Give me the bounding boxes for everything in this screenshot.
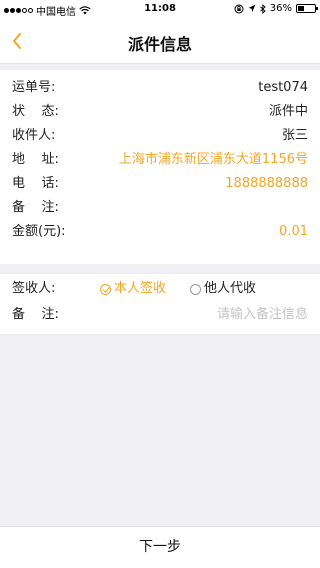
status-label: 状 态: [12, 104, 59, 119]
address-value[interactable]: 上海市浦东新区浦东大道1156号 [119, 148, 308, 172]
amount-label: 金额(元): [12, 224, 66, 239]
radio-self-sign[interactable]: 本人签收 [100, 277, 166, 301]
row-remark: 备 注: 请输入备注信息 [12, 303, 308, 327]
row-amount: 金额(元): 0.01 [12, 220, 308, 244]
address-label: 地 址: [12, 152, 59, 167]
lock-rotation-icon [234, 4, 244, 13]
row-signer: 签收人: 本人签收 他人代收 [12, 277, 308, 301]
remark-input[interactable]: 请输入备注信息 [217, 303, 308, 327]
battery-percent: 36% [269, 3, 292, 14]
row-status: 状 态: 派件中 [12, 100, 308, 124]
row-recipient: 收件人: 张三 [12, 124, 308, 148]
recipient-value: 张三 [281, 128, 308, 143]
battery-icon [296, 4, 318, 13]
waybill-label: 运单号: [12, 80, 56, 95]
phone-label: 电 话: [12, 176, 59, 191]
note-label: 备 注: [12, 200, 59, 215]
row-phone: 电 话: 1888888888 [12, 172, 308, 196]
radio-self-sign-label: 本人签收 [114, 281, 167, 296]
bluetooth-icon [259, 3, 266, 14]
status-bar: 中国电信 11:08 36% [0, 0, 320, 20]
remark-label: 备 注: [12, 307, 59, 322]
phone-value[interactable]: 1888888888 [225, 172, 308, 196]
sign-section: 签收人: 本人签收 他人代收 备 注: 请输入备注信息 [0, 274, 320, 334]
row-note: 备 注: [12, 196, 308, 220]
recipient-label: 收件人: [12, 128, 56, 143]
check-circle-icon [100, 283, 111, 295]
battery-fill [298, 6, 304, 11]
location-arrow-icon [248, 4, 256, 12]
radio-proxy-sign-label: 他人代收 [204, 281, 257, 296]
row-address: 地 址: 上海市浦东新区浦东大道1156号 [12, 148, 308, 172]
signer-radio-group: 本人签收 他人代收 [100, 277, 256, 301]
amount-value: 0.01 [279, 224, 308, 239]
radio-circle-icon [190, 283, 202, 295]
radio-proxy-sign[interactable]: 他人代收 [190, 277, 256, 301]
nav-bar: 派件信息 [0, 20, 320, 64]
row-waybill: 运单号: test074 [12, 76, 308, 100]
waybill-value: test074 [258, 80, 308, 95]
status-right: 36% [234, 3, 318, 14]
page-title: 派件信息 [127, 35, 192, 54]
status-value: 派件中 [268, 104, 308, 119]
parcel-info-section: 运单号: test074 状 态: 派件中 收件人: 张三 地 址: 上海市浦东… [0, 70, 320, 264]
next-step-button[interactable]: 下一步 [0, 526, 320, 568]
signer-label: 签收人: [12, 281, 56, 296]
